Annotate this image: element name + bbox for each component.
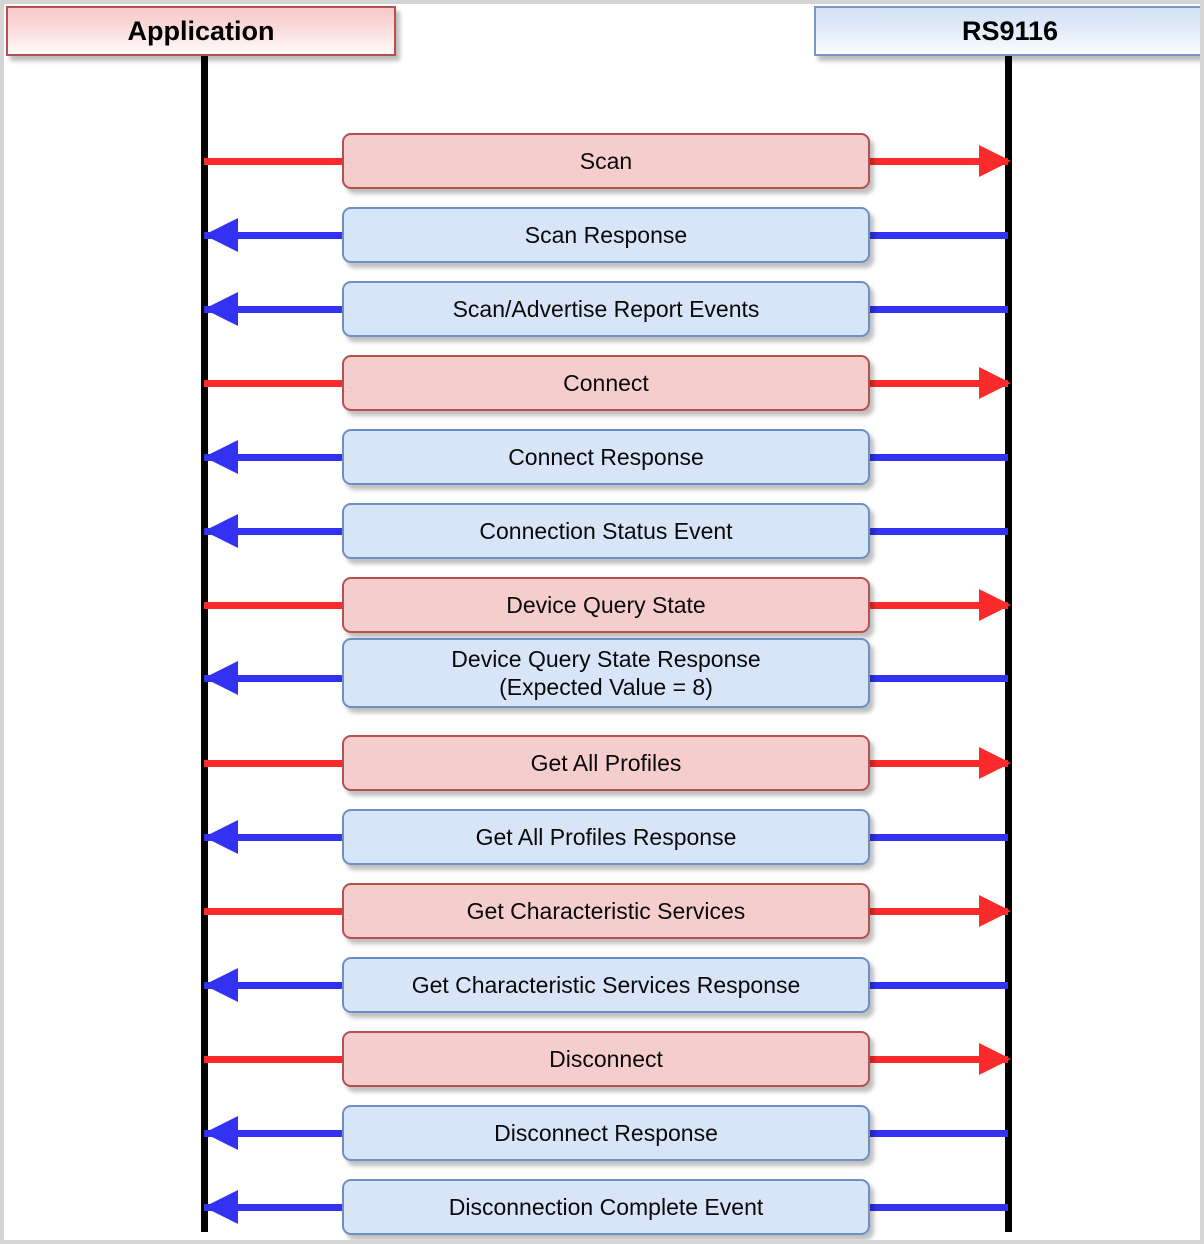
message-box[interactable]: Scan/Advertise Report Events [342,281,870,337]
arrow-left-icon [204,440,238,474]
message-line-left [204,760,346,767]
message-box[interactable]: Get All Profiles Response [342,809,870,865]
message-box[interactable]: Disconnect Response [342,1105,870,1161]
message-line-right [866,675,1008,682]
arrow-right-icon [979,145,1011,177]
message-box[interactable]: Connection Status Event [342,503,870,559]
message-line-right [866,454,1008,461]
arrow-left-icon [204,292,238,326]
message-line-right [866,1130,1008,1137]
message-line-right [866,306,1008,313]
message-row: Connect [4,346,1200,420]
message-line-right [866,834,1008,841]
message-line-left [204,1056,346,1063]
message-box[interactable]: Get Characteristic Services [342,883,870,939]
message-row: Device Query State [4,568,1200,642]
message-row: Scan [4,124,1200,198]
actor-header-rs9116: RS9116 [814,6,1200,56]
message-line-right [866,982,1008,989]
message-row: Connection Status Event [4,494,1200,568]
message-box[interactable]: Get Characteristic Services Response [342,957,870,1013]
arrow-left-icon [204,1116,238,1150]
message-box[interactable]: Get All Profiles [342,735,870,791]
message-box[interactable]: Scan Response [342,207,870,263]
message-line-right [866,1204,1008,1211]
message-row: Disconnect Response [4,1096,1200,1170]
arrow-left-icon [204,514,238,548]
message-line-left [204,158,346,165]
message-row: Get Characteristic Services Response [4,948,1200,1022]
message-box[interactable]: Device Query State [342,577,870,633]
sequence-diagram-canvas: Application RS9116 Scan Scan Response Scan… [0,0,1204,1244]
arrow-left-icon [204,820,238,854]
message-line-left [204,380,346,387]
message-row: Scan Response [4,198,1200,272]
actor-header-application: Application [6,6,396,56]
arrow-right-icon [979,367,1011,399]
arrow-left-icon [204,1190,238,1224]
message-row: Get Characteristic Services [4,874,1200,948]
arrow-right-icon [979,589,1011,621]
arrow-right-icon [979,1043,1011,1075]
message-line-right [866,528,1008,535]
message-row: Scan/Advertise Report Events [4,272,1200,346]
message-line-left [204,908,346,915]
message-box[interactable]: Disconnect [342,1031,870,1087]
message-row: Connect Response [4,420,1200,494]
actor-label-application: Application [127,15,275,46]
actor-label-rs9116: RS9116 [961,15,1059,46]
message-box[interactable]: Scan [342,133,870,189]
arrow-left-icon [204,968,238,1002]
message-box[interactable]: Connect [342,355,870,411]
arrow-left-icon [204,218,238,252]
message-line-left [204,602,346,609]
message-line-right [866,232,1008,239]
message-row: Disconnect [4,1022,1200,1096]
message-row: Device Query State Response (Expected Val… [4,636,1200,720]
message-box[interactable]: Device Query State Response (Expected Val… [342,638,870,708]
message-row: Disconnection Complete Event [4,1170,1200,1240]
message-row: Get All Profiles [4,726,1200,800]
message-box[interactable]: Disconnection Complete Event [342,1179,870,1235]
message-box[interactable]: Connect Response [342,429,870,485]
arrow-left-icon [204,661,238,695]
arrow-right-icon [979,895,1011,927]
message-row: Get All Profiles Response [4,800,1200,874]
arrow-right-icon [979,747,1011,779]
